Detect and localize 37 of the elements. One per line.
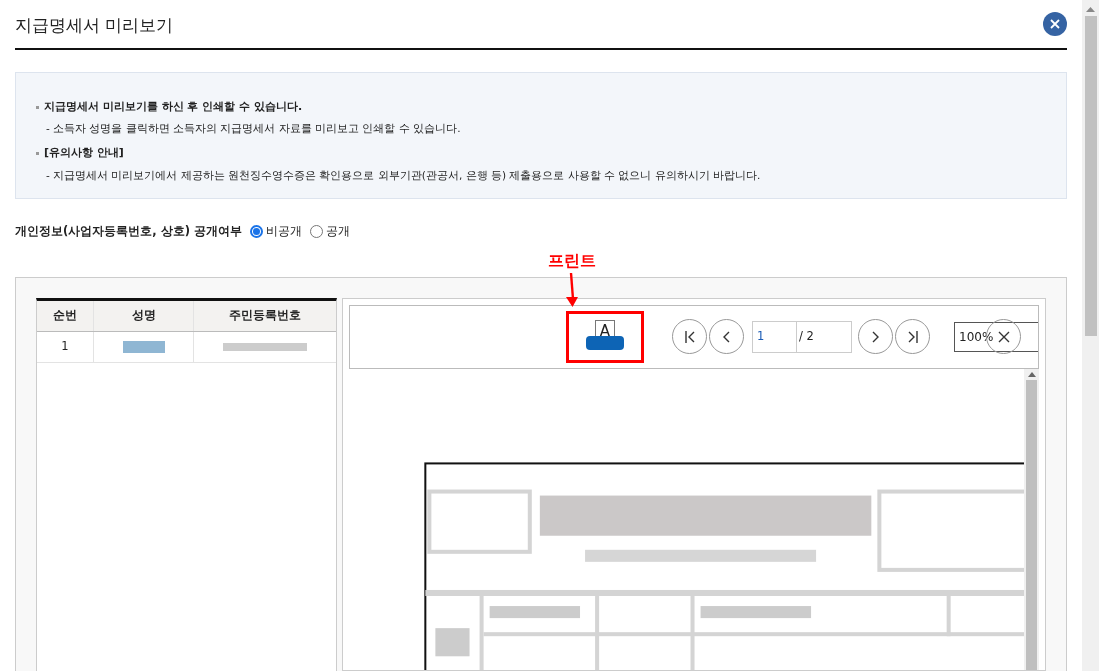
previous-page-button[interactable]: [709, 319, 744, 355]
privacy-label: 개인정보(사업자등록번호, 상호) 공개여부: [15, 223, 242, 241]
previous-page-icon: [723, 330, 730, 343]
last-page-icon: [907, 330, 918, 343]
annotation-arrow: [565, 272, 579, 309]
annotation-label: 프린트: [548, 249, 596, 272]
scroll-up-icon[interactable]: [1086, 6, 1095, 12]
notice-heading: 지급명세서 미리보기를 하신 후 인쇄할 수 있습니다.: [44, 98, 303, 115]
next-page-button[interactable]: [858, 319, 893, 355]
page-field[interactable]: 1 / 2: [752, 320, 852, 353]
notice-text: - 지급명세서 미리보기에서 제공하는 원천징수영수증은 확인용으로 외부기관(관공서, 은행 등) 제출용으로 사용할 수 없으니 유의하시기 바랍니다.: [45, 167, 762, 183]
bullet-icon: [36, 151, 39, 155]
last-page-button[interactable]: [895, 319, 930, 355]
close-icon: [1050, 18, 1060, 29]
scrollbar[interactable]: [1082, 0, 1099, 671]
radio-button[interactable]: [249, 225, 263, 239]
next-page-icon: [872, 330, 879, 343]
zoom-field[interactable]: 100%: [954, 321, 1038, 352]
scroll-up-icon[interactable]: [1027, 370, 1036, 377]
column-header: 순번: [37, 300, 94, 331]
bullet-icon: [36, 105, 39, 109]
window-title: 지급명세서 미리보기: [15, 14, 174, 38]
page-total: / 2: [798, 328, 814, 346]
redacted-name[interactable]: [122, 340, 165, 353]
radio-option[interactable]: 공개: [309, 223, 350, 241]
close-icon: [997, 330, 1010, 343]
first-page-button[interactable]: [672, 319, 707, 355]
column-header: 주민등록번호: [228, 307, 302, 325]
print-button[interactable]: A: [566, 310, 644, 363]
radio-option[interactable]: 비공개: [249, 223, 302, 241]
close-button[interactable]: [1043, 11, 1067, 36]
notice-text: - 소득자 성명을 클릭하면 소득자의 지급명세서 자료를 미리보고 인쇄할 수 있습니다.: [45, 121, 462, 137]
first-page-icon: [684, 330, 695, 343]
notice-heading: [유의사항 안내]: [44, 145, 124, 161]
table-cell: 1: [37, 331, 94, 362]
scrollbar[interactable]: [1024, 368, 1039, 670]
column-header: 성명: [94, 300, 194, 331]
